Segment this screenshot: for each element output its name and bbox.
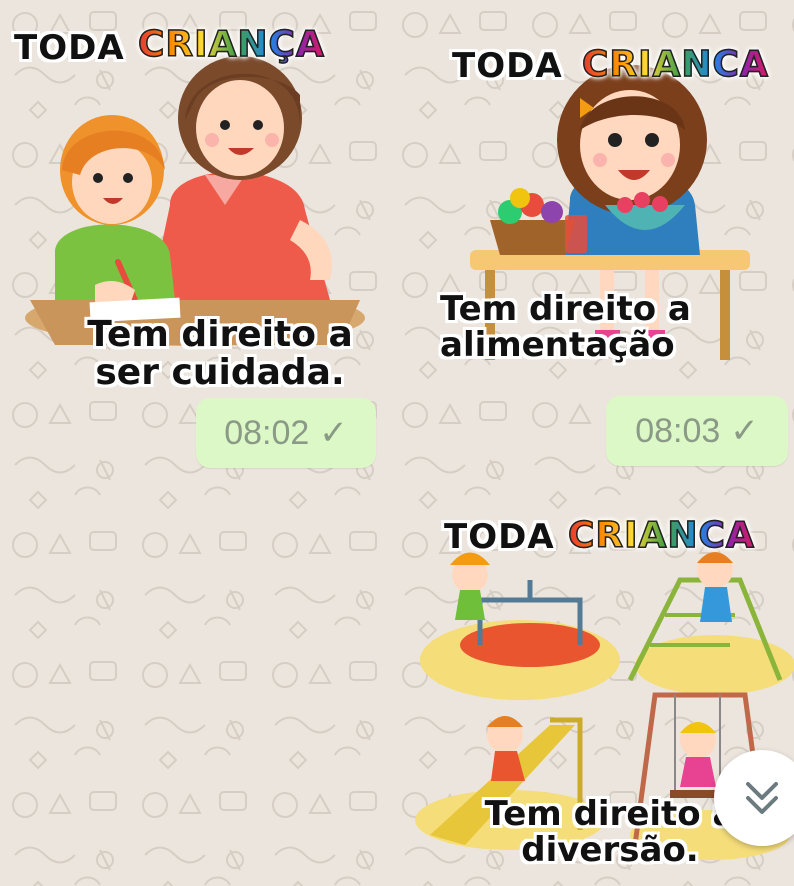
sticker-header-crianca: CRIANCA	[581, 43, 769, 86]
caption-line-2: ser cuidada.	[95, 351, 345, 393]
sticker-caption: Tem direito a alimentação	[440, 289, 730, 365]
caption-line-2: alimentação	[440, 324, 675, 365]
message-timestamp-bubble-1: 08:02 ✓	[196, 398, 376, 468]
message-time: 08:03	[635, 411, 721, 450]
sticker-header-toda: TODA	[444, 517, 555, 557]
caption-line-2: diversão.	[521, 829, 699, 870]
sticker-header-crianca: CRIANCA	[567, 514, 755, 557]
check-icon: ✓	[319, 414, 348, 452]
check-icon: ✓	[730, 412, 759, 450]
message-time: 08:02	[224, 413, 310, 452]
caption-line-1: Tem direito a	[87, 314, 353, 355]
caption-line-1: Tem direito a	[440, 289, 691, 329]
sticker-message-1[interactable]: TODA CRIANÇA Tem direito a ser cuidada.	[0, 0, 380, 395]
message-timestamp-bubble-2: 08:03 ✓	[606, 396, 788, 466]
double-chevron-down-icon	[746, 782, 778, 814]
sticker-header-toda: TODA	[452, 46, 563, 86]
sticker-header-toda: TODA	[14, 28, 125, 68]
sticker-caption: Tem direito a ser cuidada.	[70, 316, 370, 392]
sticker-message-2[interactable]: TODA CRIANCA Tem direito a alimentação	[420, 30, 790, 400]
sticker-header-crianca: CRIANÇA	[137, 23, 325, 66]
